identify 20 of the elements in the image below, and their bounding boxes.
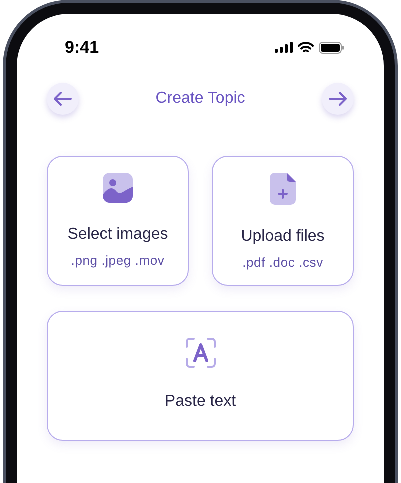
option-title: Paste text (164, 392, 236, 412)
arrow-right-icon (329, 92, 347, 106)
back-button[interactable] (47, 82, 79, 114)
option-card[interactable]: Upload files .pdf .doc .csv (212, 156, 354, 286)
signal-icon (275, 42, 293, 54)
text-scan-icon (186, 338, 216, 368)
option-title: Upload files (241, 226, 325, 246)
option-card[interactable]: Select images .png .jpeg .mov (47, 156, 189, 286)
forward-button[interactable] (322, 82, 354, 114)
battery-icon (319, 42, 344, 54)
status-time: 9:41 (65, 37, 100, 59)
arrow-left-icon (54, 92, 72, 106)
option-card[interactable]: Paste text (47, 310, 354, 440)
file-formats: .pdf .doc .csv (242, 254, 324, 272)
option-title: Select images (68, 224, 168, 244)
image-icon (103, 172, 133, 202)
wifi-icon (298, 42, 314, 54)
page-title: Create Topic (156, 88, 246, 108)
file-formats: .png .jpeg .mov (71, 252, 165, 270)
file-plus-icon (270, 172, 296, 204)
